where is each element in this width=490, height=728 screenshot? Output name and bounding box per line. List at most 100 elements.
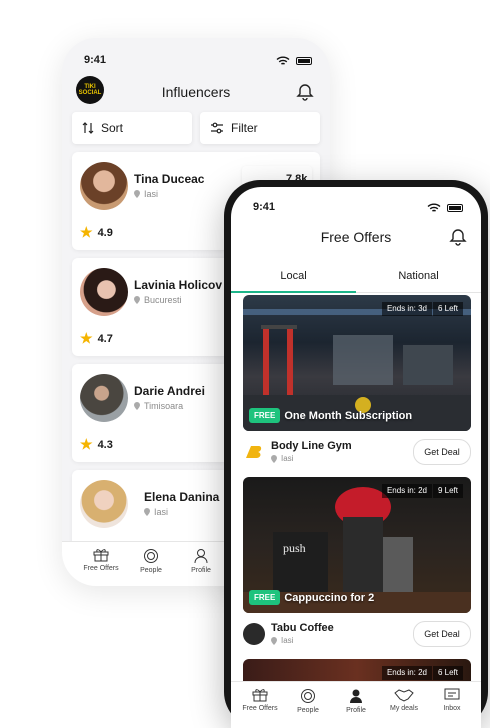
battery-icon [296,57,312,65]
merchant-logo [243,623,265,645]
gift-icon [93,549,109,562]
merchant-logo [243,441,265,463]
merchant-location: Iasi [271,636,293,645]
tab-profile[interactable]: Profile [176,548,226,574]
avatar [80,480,128,528]
rating-value: 4.3 [97,438,113,451]
items-left: 6 Left [432,302,463,316]
location-pin-icon [271,454,277,463]
sort-icon [82,122,94,134]
influencer-name: Tina Duceac [134,172,205,186]
tab-free-offers[interactable]: Free Offers [235,688,285,712]
phone-screen: 9:41 Free Offers Local National Ends in:… [231,187,481,728]
ends-in: Ends in: 3d [381,302,432,316]
location-pin-icon [134,296,140,304]
people-icon [144,549,158,563]
profile-icon [350,689,362,703]
offer-meta: Ends in: 3d 6 Left [381,302,463,316]
location-text: Iasi [154,507,169,517]
avatar [80,374,128,422]
location-text: Iasi [281,454,294,463]
svg-text:push: push [283,541,306,555]
star-icon: ★ [80,330,93,346]
tab-local[interactable]: Local [231,270,356,282]
tab-label: People [140,567,162,574]
tab-my-deals[interactable]: My deals [379,688,429,712]
sort-label: Sort [101,121,124,135]
free-offers-phone: 9:41 Free Offers Local National Ends in:… [224,180,488,728]
tab-free-offers[interactable]: Free Offers [76,548,126,572]
location-text: Bucuresti [144,295,182,305]
influencer-name: Elena Danina [144,490,220,504]
status-time: 9:41 [84,54,107,66]
merchant-row: Tabu Coffee Iasi Get Deal [243,619,471,649]
wifi-icon [427,203,441,212]
avatar [80,162,128,210]
profile-icon [194,549,208,564]
bottom-tabbar: Free Offers People Profile My deals Inbo… [231,681,481,728]
get-deal-button[interactable]: Get Deal [413,621,471,647]
inbox-icon [444,688,460,700]
ends-in: Ends in: 2d [381,484,432,498]
merchant-row: Body Line Gym Iasi Get Deal [243,437,471,467]
bodyline-logo-icon [246,446,262,458]
filter-label: Filter [231,121,258,135]
tab-label: Free Offers [242,705,278,712]
free-badge: FREE [249,408,281,423]
sort-filter-bar: Sort Filter [72,112,320,144]
status-bar: 9:41 [84,54,312,70]
tab-label: Inbox [443,705,461,712]
tab-label: Free Offers [83,565,119,572]
influencer-location: Iasi [144,507,168,517]
offer-title: Cappuccino for 2 [284,591,375,604]
offer-title-row: FREE One Month Subscription [249,408,412,423]
rating-value: 4.7 [97,332,113,345]
rating: ★ 4.3 [80,436,113,453]
merchant-name: Tabu Coffee [271,622,334,634]
offer-card-image[interactable]: Ends in: 3d 6 Left FREE One Month Subscrip… [243,295,471,431]
status-icons [276,56,312,66]
location-text: Iasi [144,189,159,199]
offer-meta: Ends in: 2d 9 Left [381,484,463,498]
page-title: Influencers [161,84,231,100]
tab-people[interactable]: People [126,548,176,574]
tab-label: People [297,707,319,714]
items-left: 6 Left [432,666,463,680]
get-deal-button[interactable]: Get Deal [413,439,471,465]
rating-value: 4.9 [97,226,113,239]
location-text: Timisoara [144,401,184,411]
star-icon: ★ [80,436,93,452]
tab-inbox[interactable]: Inbox [427,688,477,712]
rating: ★ 4.7 [80,330,113,347]
location-pin-icon [134,402,140,410]
bell-icon[interactable] [296,83,314,101]
sort-button[interactable]: Sort [72,112,192,144]
tab-label: Profile [346,707,366,714]
page-title: Free Offers [320,229,392,245]
merchant-location: Iasi [271,454,293,463]
offer-card-image[interactable]: push Ends in: 2d 9 Left FREE Cappuccino fo… [243,477,471,613]
location-pin-icon [271,636,277,645]
merchant-name: Body Line Gym [271,440,352,452]
location-pin-icon [144,508,150,516]
avatar [80,268,128,316]
offer-scope-tabs: Local National [231,262,481,293]
star-icon: ★ [80,224,93,240]
battery-icon [447,204,463,212]
filter-icon [211,122,223,134]
filter-button[interactable]: Filter [200,112,320,144]
tab-national[interactable]: National [356,270,481,282]
influencer-location: Timisoara [134,401,183,411]
bell-icon[interactable] [449,228,467,246]
tab-profile[interactable]: Profile [331,688,381,714]
people-icon [301,689,315,703]
status-bar: 9:41 [253,201,463,217]
free-badge: FREE [249,590,281,605]
tab-people[interactable]: People [283,688,333,714]
offer-meta: Ends in: 2d 6 Left [381,666,463,680]
handshake-icon [394,689,414,702]
location-text: Iasi [281,636,294,645]
status-time: 9:41 [253,201,276,213]
influencer-location: Iasi [134,189,158,199]
location-pin-icon [134,190,140,198]
